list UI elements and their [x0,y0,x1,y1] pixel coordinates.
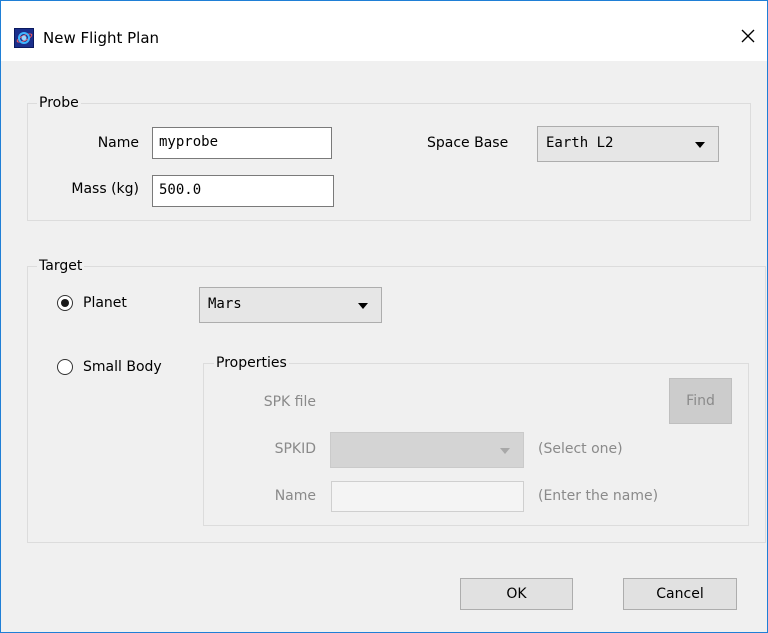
probe-group [27,103,751,221]
probe-name-label: Name [97,135,139,151]
target-group-label: Target [37,258,85,274]
planet-select-value: Mars [208,296,242,312]
chevron-down-icon [695,142,705,148]
probe-mass-label: Mass (kg) [71,181,139,197]
ok-button[interactable]: OK [460,578,573,610]
space-base-value: Earth L2 [546,135,614,151]
body-name-field[interactable] [331,481,524,512]
spkid-select[interactable] [330,432,524,468]
body-name-hint: (Enter the name) [538,488,659,504]
ok-button-label: OK [506,586,527,602]
probe-name-field[interactable]: myprobe [152,127,332,159]
chevron-down-icon [358,303,368,309]
find-button-label: Find [686,393,715,409]
planet-radio-label[interactable]: Planet [83,294,127,312]
small-body-radio[interactable] [57,359,73,375]
small-body-radio-label[interactable]: Small Body [83,358,162,376]
spkid-hint: (Select one) [538,441,623,457]
close-button[interactable] [727,19,767,55]
chevron-down-icon [500,448,510,454]
space-base-label: Space Base [427,135,509,151]
planet-select[interactable]: Mars [199,287,382,323]
spk-file-label: SPK file [263,394,316,410]
spkid-label: SPKID [274,441,316,457]
new-flight-plan-dialog: New Flight Plan Probe Name myprobe Mass … [0,0,768,633]
cancel-button[interactable]: Cancel [623,578,737,610]
space-base-select[interactable]: Earth L2 [537,126,719,162]
probe-mass-field[interactable]: 500.0 [152,175,334,207]
probe-group-label: Probe [37,95,81,111]
planet-radio[interactable] [57,295,73,311]
find-button[interactable]: Find [669,378,732,424]
cancel-button-label: Cancel [656,586,704,602]
window-title: New Flight Plan [43,29,160,47]
body-name-label: Name [274,488,316,504]
title-bar: New Flight Plan [1,1,767,61]
properties-group-label: Properties [214,355,289,371]
close-icon [741,29,755,43]
orbit-app-icon [14,28,34,48]
